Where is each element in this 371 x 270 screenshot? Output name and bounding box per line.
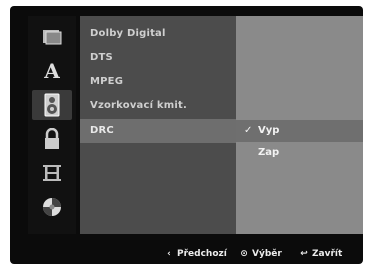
hint-select: ⊙ Výběr xyxy=(238,246,282,262)
setup-category-sidebar: A xyxy=(28,16,76,234)
other-settings-icon xyxy=(41,196,63,218)
menu-item-dolby-digital[interactable]: Dolby Digital xyxy=(80,22,236,46)
hint-select-label: Výběr xyxy=(252,249,282,259)
hint-previous-label: Předchozí xyxy=(177,249,227,259)
menu-item-sample-freq[interactable]: Vzorkovací kmit. xyxy=(80,94,236,118)
hint-close: ↩ Zavřít xyxy=(298,246,342,262)
hint-previous: ‹ Předchozí xyxy=(163,246,227,262)
checkmark-icon: ✓ xyxy=(244,125,253,136)
enter-button-icon: ⊙ xyxy=(240,249,248,259)
menu-item-dts[interactable]: DTS xyxy=(80,46,236,70)
disc-icon xyxy=(41,28,63,46)
sidebar-item-audio[interactable] xyxy=(32,90,72,120)
option-label: Vyp xyxy=(258,125,280,136)
sidebar-item-other[interactable] xyxy=(32,192,72,222)
film-icon xyxy=(42,163,62,183)
audio-settings-menu: Dolby Digital DTS MPEG Vzorkovací kmit. … xyxy=(80,16,236,234)
left-arrow-icon: ‹ xyxy=(167,249,171,259)
language-icon: A xyxy=(44,59,60,83)
option-vyp[interactable]: ✓ Vyp xyxy=(236,120,363,142)
drc-options-panel: ✓ Vyp Zap xyxy=(236,16,363,234)
option-label: Zap xyxy=(258,147,280,158)
sidebar-item-disc[interactable] xyxy=(32,22,72,52)
menu-item-mpeg[interactable]: MPEG xyxy=(80,70,236,94)
hint-close-label: Zavřít xyxy=(312,249,343,259)
sidebar-item-film[interactable] xyxy=(32,158,72,188)
sidebar-item-lock[interactable] xyxy=(32,124,72,154)
audio-icon xyxy=(42,93,62,117)
return-icon: ↩ xyxy=(300,249,308,259)
lock-icon xyxy=(43,128,61,150)
option-zap[interactable]: Zap xyxy=(236,142,363,164)
sidebar-item-language[interactable]: A xyxy=(32,56,72,86)
menu-item-drc[interactable]: DRC xyxy=(80,119,236,143)
button-hints-bar: ‹ Předchozí ⊙ Výběr ↩ Zavřít xyxy=(28,246,363,262)
setup-screen: A Dolby Digital DTS MPEG Vzorkovací kmit… xyxy=(10,6,363,264)
